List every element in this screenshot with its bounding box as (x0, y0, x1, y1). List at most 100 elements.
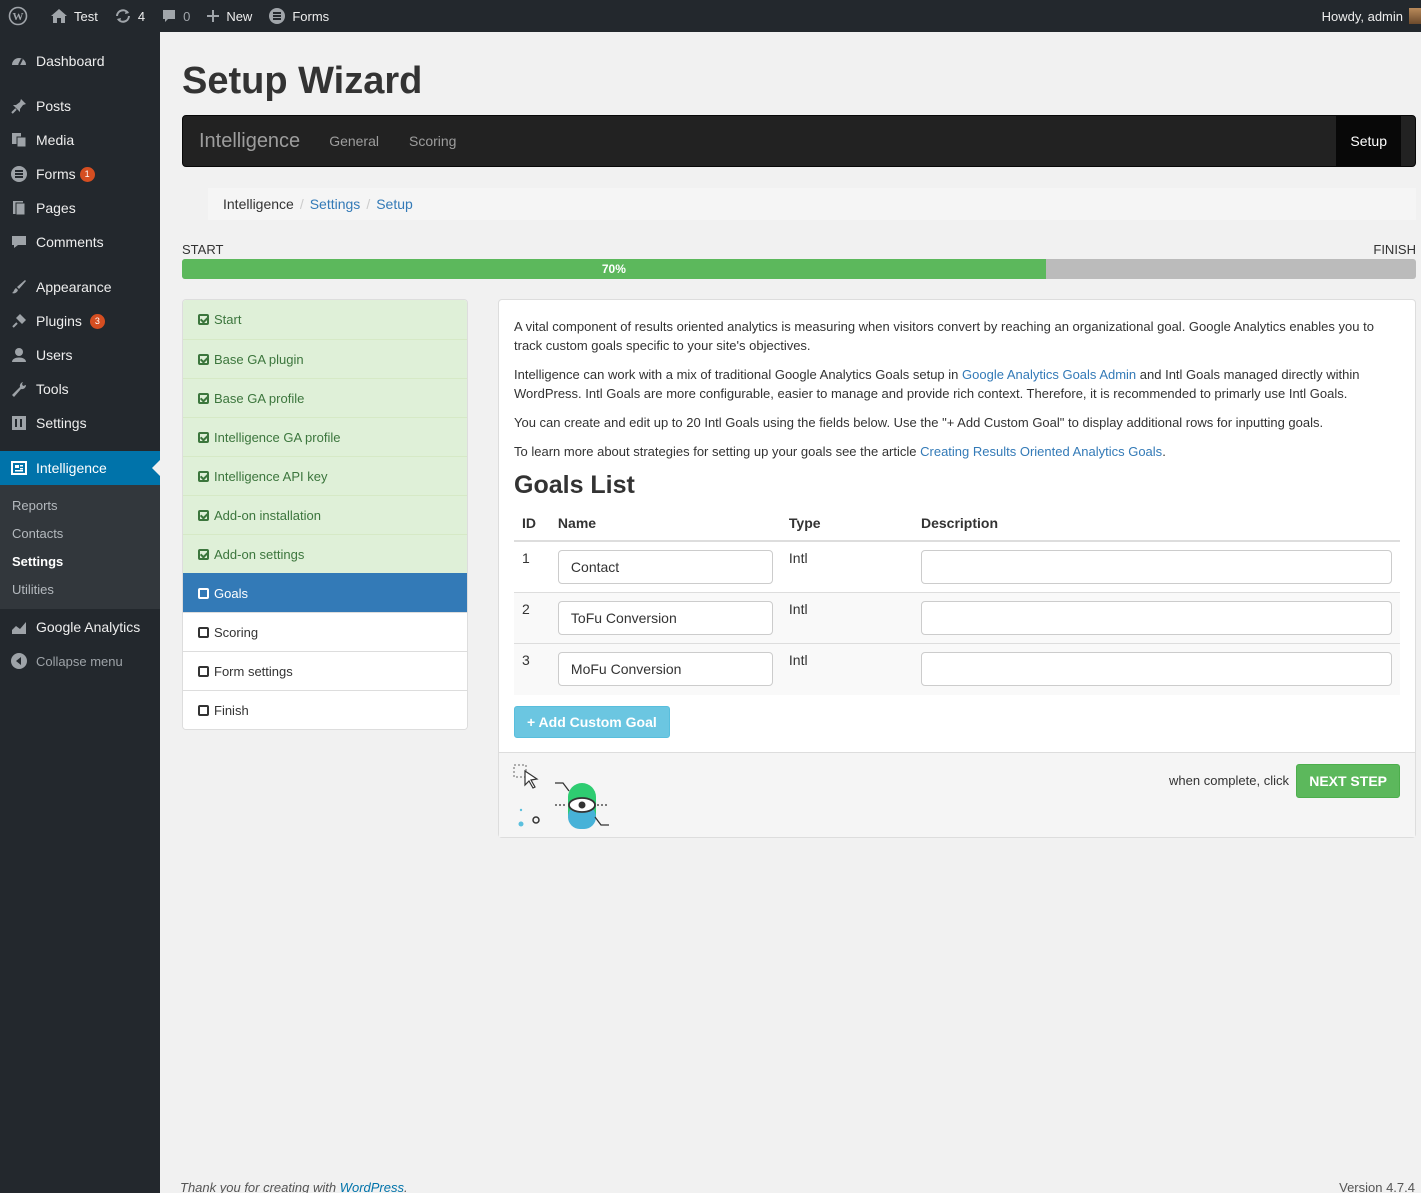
step-intelligence-ga-profile[interactable]: Intelligence GA profile (183, 417, 467, 456)
wrench-icon (10, 380, 28, 398)
submenu-item-settings[interactable]: Settings (0, 547, 160, 575)
collapse-menu-button[interactable]: Collapse menu (0, 644, 160, 678)
goal-type: Intl (780, 592, 913, 644)
pin-icon (10, 97, 28, 115)
page-title: Setup Wizard (182, 60, 423, 102)
checked-icon (198, 353, 209, 365)
forms-badge: 1 (79, 166, 95, 182)
breadcrumb-separator: / (366, 196, 371, 212)
forms-icon (10, 165, 28, 183)
progress-labels: START FINISH (182, 242, 1416, 257)
goal-description-input[interactable] (921, 652, 1392, 686)
breadcrumb-setup[interactable]: Setup (376, 196, 413, 212)
submenu-item-contacts[interactable]: Contacts (0, 519, 160, 547)
sidebar-item-settings[interactable]: Settings (0, 406, 160, 440)
progress-finish-label: FINISH (1373, 242, 1416, 257)
step-base-ga-plugin[interactable]: Base GA plugin (183, 339, 467, 378)
step-addon-settings[interactable]: Add-on settings (183, 534, 467, 573)
step-base-ga-profile[interactable]: Base GA profile (183, 378, 467, 417)
sidebar-item-posts[interactable]: Posts (0, 89, 160, 123)
goal-description-input[interactable] (921, 601, 1392, 635)
submenu-item-reports[interactable]: Reports (0, 491, 160, 519)
sidebar-item-pages[interactable]: Pages (0, 191, 160, 225)
intelligence-navbar: Intelligence General Scoring Setup (182, 115, 1416, 167)
goal-description-cell (913, 592, 1400, 644)
sidebar-item-users[interactable]: Users (0, 338, 160, 372)
sidebar-item-label: Media (36, 132, 75, 148)
sidebar-item-comments[interactable]: Comments (0, 225, 160, 259)
site-name-link[interactable]: Test (42, 0, 106, 32)
sidebar-item-appearance[interactable]: Appearance (0, 270, 160, 304)
goal-id: 3 (514, 643, 550, 695)
sidebar-item-google-analytics[interactable]: Google Analytics (0, 610, 160, 644)
goal-name-input[interactable] (557, 652, 773, 686)
sidebar-item-label: Plugins (36, 313, 82, 329)
brush-icon (10, 278, 28, 296)
goals-list-title: Goals List (514, 471, 635, 499)
sidebar-item-label: Dashboard (36, 53, 105, 69)
goal-name-cell (549, 592, 781, 644)
ga-goals-admin-link[interactable]: Google Analytics Goals Admin (962, 367, 1136, 382)
intelligence-submenu: Reports Contacts Settings Utilities (0, 485, 160, 609)
updates-link[interactable]: 4 (106, 0, 153, 32)
sidebar-item-label: Tools (36, 381, 69, 397)
goal-name-input[interactable] (557, 550, 773, 584)
footer-note: when complete, click (1169, 772, 1289, 788)
nav-link-scoring[interactable]: Scoring (394, 133, 471, 149)
nav-link-setup[interactable]: Setup (1336, 116, 1401, 166)
add-custom-goal-button[interactable]: + Add Custom Goal (514, 705, 670, 738)
step-goals[interactable]: Goals (183, 573, 467, 612)
step-finish[interactable]: Finish (183, 690, 467, 729)
sidebar-item-dashboard[interactable]: Dashboard (0, 44, 160, 78)
navbar-brand[interactable]: Intelligence (183, 130, 314, 153)
sidebar-item-forms[interactable]: Forms 1 (0, 157, 160, 191)
settings-icon (10, 414, 28, 432)
comments-link[interactable]: 0 (153, 0, 198, 32)
sidebar-item-label: Forms (36, 166, 76, 182)
main-content: Setup Wizard Intelligence General Scorin… (182, 32, 1416, 838)
nav-link-general[interactable]: General (314, 133, 394, 149)
progress-fill: 70% (182, 259, 1046, 279)
step-intelligence-api-key[interactable]: Intelligence API key (183, 456, 467, 495)
breadcrumb-settings[interactable]: Settings (310, 196, 361, 212)
submenu-item-utilities[interactable]: Utilities (0, 575, 160, 603)
admin-sidebar: Dashboard Posts Media Forms 1 Pages Comm… (0, 32, 160, 1193)
goals-mix-paragraph: Intelligence can work with a mix of trad… (514, 365, 1400, 403)
column-header-name: Name (549, 506, 781, 542)
unchecked-icon (198, 704, 209, 716)
paragraph-text: . (1162, 444, 1166, 459)
updates-count: 4 (137, 8, 146, 24)
new-content-link[interactable]: New (198, 0, 260, 32)
step-label: Add-on installation (214, 507, 321, 523)
next-step-button[interactable]: NEXT STEP (1296, 763, 1400, 798)
my-account-link[interactable]: Howdy, admin (1314, 0, 1421, 32)
step-addon-installation[interactable]: Add-on installation (183, 495, 467, 534)
forms-link[interactable]: Forms (260, 0, 337, 32)
goal-description-input[interactable] (921, 550, 1392, 584)
home-icon (51, 9, 67, 23)
sidebar-item-media[interactable]: Media (0, 123, 160, 157)
checked-icon (198, 392, 209, 404)
sidebar-item-label: Intelligence (36, 460, 107, 476)
wizard-steps: Start Base GA plugin Base GA profile Int… (182, 299, 468, 730)
sidebar-item-label: Google Analytics (36, 619, 141, 635)
refresh-icon (115, 9, 130, 23)
step-form-settings[interactable]: Form settings (183, 651, 467, 690)
step-start[interactable]: Start (183, 300, 467, 339)
sidebar-item-tools[interactable]: Tools (0, 372, 160, 406)
learn-more-paragraph: To learn more about strategies for setti… (514, 442, 1400, 461)
unchecked-icon (198, 587, 209, 599)
article-link[interactable]: Creating Results Oriented Analytics Goal… (920, 444, 1162, 459)
unchecked-icon (198, 626, 209, 638)
wordpress-logo-button[interactable]: W (0, 0, 42, 32)
comments-count: 0 (183, 8, 191, 24)
goal-name-input[interactable] (557, 601, 773, 635)
sidebar-item-intelligence[interactable]: Intelligence (0, 451, 160, 485)
step-label: Add-on settings (214, 546, 305, 562)
step-scoring[interactable]: Scoring (183, 612, 467, 651)
sidebar-item-plugins[interactable]: Plugins 3 (0, 304, 160, 338)
howdy-text: Howdy, admin (1321, 8, 1403, 24)
table-header-row: ID Name Type Description (514, 506, 1400, 542)
wordpress-link[interactable]: WordPress (340, 1180, 404, 1193)
user-icon (10, 346, 28, 364)
